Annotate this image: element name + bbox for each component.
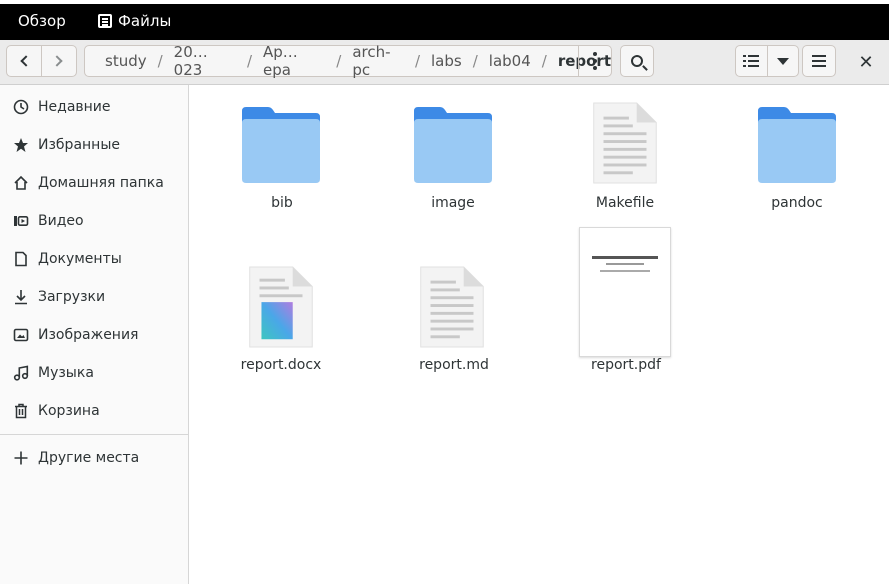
path-separator: / — [414, 52, 421, 70]
file-item-report-md[interactable]: report.md — [394, 261, 514, 381]
star-icon — [12, 136, 30, 154]
view-options — [735, 45, 799, 77]
sidebar-item-label: Загрузки — [38, 289, 106, 305]
sidebar-item-downloads[interactable]: Загрузки — [0, 279, 188, 315]
forward-button[interactable] — [42, 46, 76, 76]
hamburger-icon — [812, 55, 826, 67]
list-view-button[interactable] — [736, 46, 768, 76]
list-view-icon — [743, 55, 760, 67]
files-app-icon — [98, 14, 112, 28]
sidebar-divider — [0, 434, 188, 435]
text-file-icon — [593, 102, 657, 184]
trash-icon — [12, 402, 30, 420]
sidebar-item-label: Документы — [38, 251, 122, 267]
sidebar-item-other-locations[interactable]: Другие места — [0, 440, 188, 476]
docx-file-icon — [249, 266, 313, 348]
folder-icon — [414, 107, 492, 183]
plus-icon — [12, 449, 30, 467]
file-item-makefile[interactable]: Makefile — [565, 99, 685, 219]
sidebar-item-trash[interactable]: Корзина — [0, 393, 188, 429]
file-name: image — [431, 195, 475, 211]
clock-icon — [12, 98, 30, 116]
sidebar-item-starred[interactable]: Избранные — [0, 127, 188, 163]
view-dropdown-button[interactable] — [768, 46, 798, 76]
sidebar-item-videos[interactable]: Видео — [0, 203, 188, 239]
sidebar-item-label: Видео — [38, 213, 84, 229]
pdf-thumbnail — [579, 227, 671, 357]
folder-icon — [758, 107, 836, 183]
file-name: bib — [271, 195, 293, 211]
file-name: Makefile — [595, 195, 655, 211]
file-item-report-docx[interactable]: report.docx — [221, 261, 341, 381]
sidebar-item-label: Избранные — [38, 137, 120, 153]
crumb-labs[interactable]: labs — [431, 52, 462, 70]
crumb-year[interactable]: 20… 023 — [174, 43, 236, 79]
crumb-arch-pc[interactable]: arch-pc — [352, 43, 404, 79]
crumb-study[interactable]: study — [105, 52, 147, 70]
dot — [593, 66, 597, 70]
sidebar-item-label: Корзина — [38, 403, 100, 419]
file-item-image[interactable]: image — [393, 99, 513, 219]
image-icon — [12, 326, 30, 344]
sidebar-item-recent[interactable]: Недавние — [0, 89, 188, 125]
search-icon — [631, 55, 643, 67]
download-icon — [12, 288, 30, 306]
chevron-right-icon — [51, 55, 63, 67]
dot — [593, 59, 597, 63]
sidebar-item-music[interactable]: Музыка — [0, 355, 188, 391]
navigation-buttons — [6, 45, 77, 77]
file-name: report.docx — [240, 357, 322, 373]
file-name: pandoc — [771, 195, 823, 211]
folder-icon — [242, 107, 320, 183]
path-separator: / — [246, 52, 252, 70]
dot — [593, 52, 597, 56]
sidebar-item-label: Музыка — [38, 365, 94, 381]
crumb-lab04[interactable]: lab04 — [489, 52, 531, 70]
app-name: Файлы — [118, 12, 172, 30]
sidebar-item-label: Другие места — [38, 450, 140, 466]
document-icon — [12, 250, 30, 268]
music-icon — [12, 364, 30, 382]
path-separator: / — [157, 52, 163, 70]
main-menu-button[interactable] — [802, 45, 836, 77]
file-item-report-pdf[interactable]: report.pdf — [566, 227, 686, 377]
path-menu-button[interactable] — [578, 45, 611, 77]
sidebar-item-documents[interactable]: Документы — [0, 241, 188, 277]
path-separator: / — [541, 52, 547, 70]
chevron-left-icon — [20, 55, 32, 67]
home-icon — [12, 174, 30, 192]
sidebar-item-label: Домашняя папка — [38, 175, 164, 191]
back-button[interactable] — [7, 46, 42, 76]
header-bar: study / 20… 023 / Ар… ера / arch-pc / la… — [0, 40, 889, 85]
text-file-icon — [420, 266, 484, 348]
overview-button[interactable]: Обзор — [18, 12, 66, 30]
video-icon — [12, 212, 30, 230]
search-button[interactable] — [620, 45, 654, 77]
sidebar-item-home[interactable]: Домашняя папка — [0, 165, 188, 201]
caret-down-icon — [776, 57, 789, 65]
path-separator: / — [472, 52, 478, 70]
sidebar: Недавние Избранные Домашняя папка Видео … — [0, 85, 189, 584]
sidebar-item-pictures[interactable]: Изображения — [0, 317, 188, 353]
file-name: report.pdf — [591, 357, 661, 373]
sidebar-item-label: Изображения — [38, 327, 139, 343]
file-name: report.md — [419, 357, 489, 373]
file-item-bib[interactable]: bib — [222, 99, 342, 219]
path-bar: study / 20… 023 / Ар… ера / arch-pc / la… — [84, 43, 612, 79]
close-button[interactable]: ✕ — [856, 52, 876, 73]
app-menu[interactable]: Файлы — [98, 12, 171, 30]
sidebar-item-label: Недавние — [38, 99, 111, 115]
system-top-bar: Обзор Файлы — [0, 4, 889, 40]
file-grid: bib image Makefile pandoc report.docx re… — [189, 85, 889, 584]
path-separator: / — [336, 52, 342, 70]
crumb-arch[interactable]: Ар… ера — [263, 43, 325, 79]
file-item-pandoc[interactable]: pandoc — [737, 99, 857, 219]
pdf-page-preview-icon — [592, 256, 658, 272]
